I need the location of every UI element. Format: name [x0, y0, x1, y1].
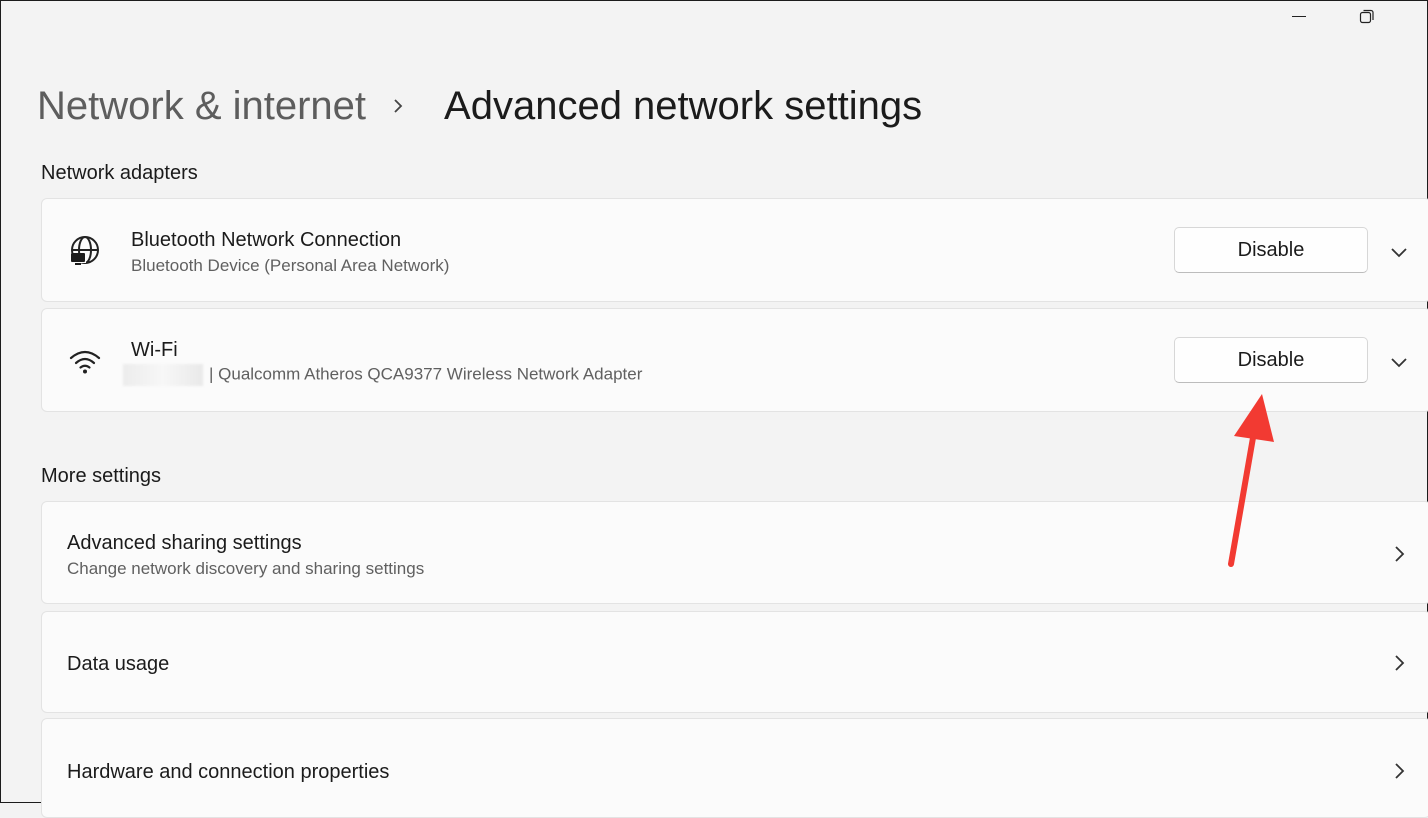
- annotation-arrow: [1228, 394, 1274, 567]
